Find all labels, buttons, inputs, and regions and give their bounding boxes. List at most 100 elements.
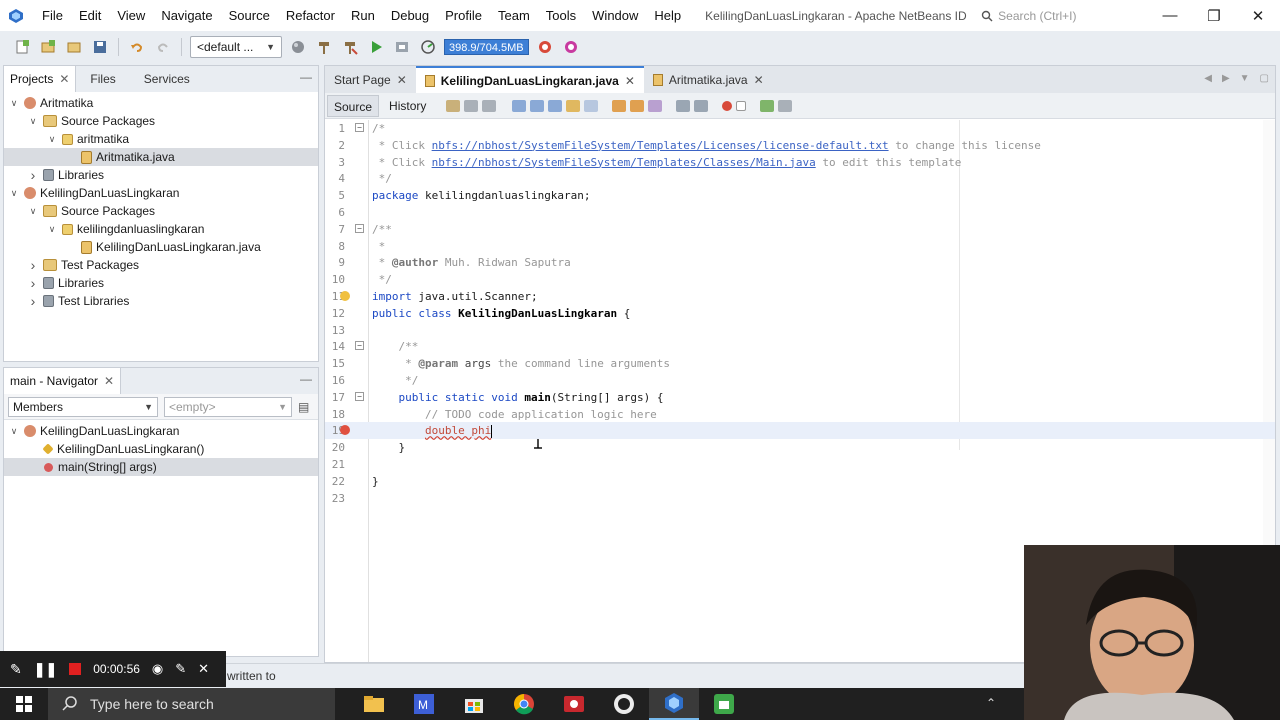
find-previous-icon[interactable] bbox=[530, 99, 545, 112]
menu-help[interactable]: Help bbox=[646, 0, 689, 31]
warning-hint-icon[interactable] bbox=[340, 291, 350, 301]
profile-icon[interactable] bbox=[418, 37, 438, 57]
scope-select[interactable]: <empty> ▼ bbox=[164, 396, 292, 417]
code-line[interactable]: 5 package kelilingdanluaslingkaran; bbox=[325, 187, 1275, 204]
tree-item[interactable]: ∨ Source Packages bbox=[4, 202, 318, 220]
visual-studio-icon[interactable]: M bbox=[399, 688, 449, 720]
code-line[interactable]: 9 * @author Muh. Ridwan Saputra bbox=[325, 254, 1275, 271]
tab-source[interactable]: Source bbox=[327, 94, 380, 117]
redo-icon[interactable] bbox=[153, 37, 173, 57]
code-line[interactable]: 1 −/* bbox=[325, 120, 1275, 137]
expand-chevron-icon[interactable]: ∨ bbox=[46, 134, 58, 145]
pause-io-icon[interactable] bbox=[561, 37, 581, 57]
menu-tools[interactable]: Tools bbox=[538, 0, 584, 31]
minimize-icon[interactable]: — bbox=[1148, 0, 1192, 31]
tree-item[interactable]: › Test Packages bbox=[4, 256, 318, 274]
close-icon[interactable]: ✕ bbox=[1236, 0, 1280, 31]
code-line[interactable]: 7−/** bbox=[325, 221, 1275, 238]
minimize-panel-icon[interactable]: — bbox=[300, 70, 312, 84]
scroll-right-icon[interactable]: ▶ bbox=[1222, 73, 1230, 84]
code-line[interactable]: 4 */ bbox=[325, 170, 1275, 187]
close-icon[interactable]: ✕ bbox=[625, 74, 635, 88]
pause-icon[interactable]: ❚❚ bbox=[34, 661, 57, 678]
netbeans-taskbar-icon[interactable] bbox=[649, 688, 699, 720]
forward-icon[interactable] bbox=[482, 99, 497, 112]
search-input[interactable]: Search (Ctrl+I) bbox=[998, 9, 1076, 23]
members-select[interactable]: Members ▼ bbox=[8, 396, 158, 417]
tree-item[interactable]: ∨ Source Packages bbox=[4, 112, 318, 130]
navigator-item[interactable]: ∨ KelilingDanLuasLingkaran bbox=[4, 422, 318, 440]
tree-item[interactable]: › Libraries bbox=[4, 166, 318, 184]
tray-chevron-up-icon[interactable]: ⌃ bbox=[986, 696, 996, 710]
fold-toggle-icon[interactable]: − bbox=[355, 391, 364, 401]
fold-toggle-icon[interactable]: − bbox=[355, 123, 364, 132]
collapse-chevron-icon[interactable]: › bbox=[27, 167, 39, 183]
find-selection-icon[interactable] bbox=[584, 99, 599, 112]
uncomment-icon[interactable] bbox=[778, 99, 793, 112]
tab-navigator[interactable]: main - Navigator ✕ bbox=[4, 368, 122, 394]
close-icon[interactable]: ✕ bbox=[754, 73, 764, 87]
fold-toggle-icon[interactable]: − bbox=[355, 223, 364, 233]
tree-item[interactable]: › Test Libraries bbox=[4, 292, 318, 310]
chevron-down-icon[interactable]: ▼ bbox=[1240, 73, 1250, 84]
tree-item[interactable]: ∨ kelilingdanluaslingkaran bbox=[4, 220, 318, 238]
scroll-left-icon[interactable]: ◀ bbox=[1204, 73, 1212, 84]
code-line[interactable]: 6 bbox=[325, 204, 1275, 221]
stop-icon[interactable] bbox=[69, 663, 82, 675]
code-line[interactable]: 13 bbox=[325, 322, 1275, 339]
menu-navigate[interactable]: Navigate bbox=[153, 0, 220, 31]
back-icon[interactable] bbox=[464, 99, 479, 112]
clean-build-icon[interactable] bbox=[340, 37, 360, 57]
code-line[interactable]: 14− /** bbox=[325, 338, 1275, 355]
close-icon[interactable]: ✕ bbox=[397, 73, 407, 87]
debug-icon[interactable] bbox=[392, 37, 412, 57]
tree-item[interactable]: ∨ Aritmatika bbox=[4, 94, 318, 112]
menu-file[interactable]: File bbox=[34, 0, 71, 31]
code-line[interactable]: 18 // TODO code application logic here bbox=[325, 406, 1275, 423]
menu-run[interactable]: Run bbox=[343, 0, 383, 31]
collapse-chevron-icon[interactable]: › bbox=[27, 275, 39, 291]
code-line[interactable]: 11 import java.util.Scanner; bbox=[325, 288, 1275, 305]
code-line[interactable]: 3 * Click nbfs://nbhost/SystemFileSystem… bbox=[325, 154, 1275, 171]
code-line[interactable]: 22} bbox=[325, 473, 1275, 490]
code-line[interactable]: 20 } bbox=[325, 439, 1275, 456]
template-link[interactable]: nbfs://nbhost/SystemFileSystem/Templates… bbox=[432, 139, 889, 152]
tab-history[interactable]: History bbox=[383, 95, 432, 117]
taskbar-search[interactable]: Type here to search bbox=[48, 688, 335, 720]
tree-item[interactable]: KelilingDanLuasLingkaran.java bbox=[4, 238, 318, 256]
restore-icon[interactable]: ❐ bbox=[1192, 0, 1236, 31]
tab-kelilingdanluaslingkaran-java[interactable]: KelilingDanLuasLingkaran.java ✕ bbox=[415, 66, 644, 93]
globe-icon[interactable] bbox=[288, 37, 308, 57]
toggle-bookmark-icon[interactable] bbox=[648, 99, 663, 112]
code-line[interactable]: 23 bbox=[325, 490, 1275, 507]
windows-start-icon[interactable] bbox=[0, 688, 48, 720]
chrome-icon[interactable] bbox=[499, 688, 549, 720]
edit-icon[interactable]: ✎ bbox=[175, 661, 186, 677]
expand-chevron-icon[interactable]: ∨ bbox=[27, 116, 39, 127]
tree-item[interactable]: ∨ aritmatika bbox=[4, 130, 318, 148]
menu-debug[interactable]: Debug bbox=[383, 0, 437, 31]
expand-chevron-icon[interactable]: ∨ bbox=[8, 98, 20, 109]
code-line[interactable]: 8 * bbox=[325, 238, 1275, 255]
menu-source[interactable]: Source bbox=[221, 0, 278, 31]
code-line[interactable]: 10 */ bbox=[325, 271, 1275, 288]
expand-chevron-icon[interactable]: ∨ bbox=[8, 426, 20, 437]
pen-icon[interactable]: ✎ bbox=[10, 661, 22, 678]
close-icon[interactable]: ✕ bbox=[198, 661, 209, 677]
collapse-chevron-icon[interactable]: › bbox=[27, 257, 39, 273]
new-project-icon[interactable] bbox=[38, 37, 58, 57]
menu-window[interactable]: Window bbox=[584, 0, 646, 31]
start-macro-icon[interactable] bbox=[722, 100, 733, 111]
maximize-icon[interactable]: ▢ bbox=[1260, 73, 1269, 84]
menu-edit[interactable]: Edit bbox=[71, 0, 109, 31]
code-line[interactable]: 2 * Click nbfs://nbhost/SystemFileSystem… bbox=[325, 137, 1275, 154]
stop-macro-icon[interactable] bbox=[736, 100, 747, 111]
code-line[interactable]: 21 bbox=[325, 456, 1275, 473]
navigator-item[interactable]: main(String[] args) bbox=[4, 458, 318, 476]
build-hammer-icon[interactable] bbox=[314, 37, 334, 57]
code-line[interactable]: 16 */ bbox=[325, 372, 1275, 389]
project-config-select[interactable]: <default ... ▼ bbox=[190, 36, 282, 58]
tab-files[interactable]: Files bbox=[76, 66, 129, 92]
run-icon[interactable] bbox=[366, 37, 386, 57]
minimize-panel-icon[interactable]: — bbox=[300, 372, 312, 386]
